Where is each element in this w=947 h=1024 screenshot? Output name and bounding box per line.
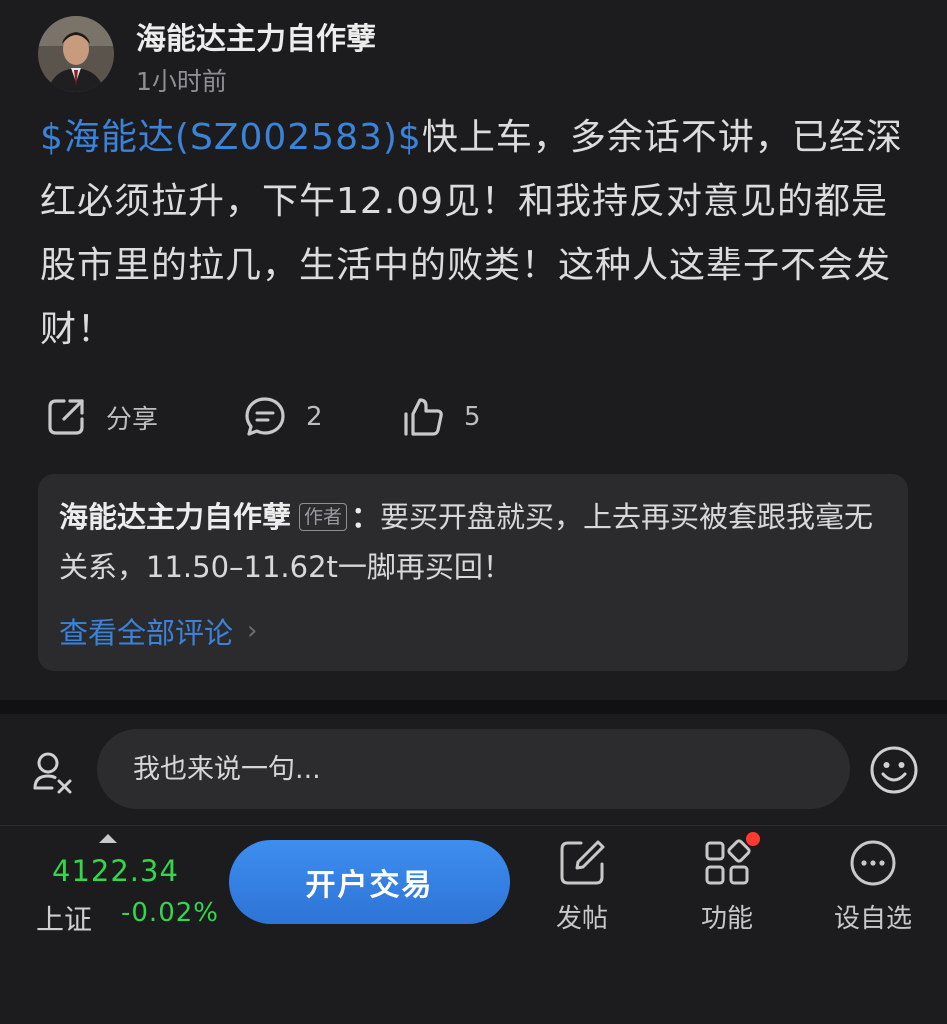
index-name: 上证 [36,903,93,936]
bottom-toolbar: 4122.34 上证 -0.02% 开户交易 发帖 功能 设自选 [0,826,947,1024]
reply-bar [0,714,947,826]
view-all-comments-link[interactable]: 查看全部评论 › [59,610,257,652]
avatar-portrait [38,16,114,92]
post-card: 海能达主力自作孽 1小时前 $海能达(SZ002583)$快上车，多余话不讲，已… [0,0,947,700]
comment-count: 2 [306,402,323,432]
functions-label: 功能 [700,904,753,934]
like-button[interactable]: 5 [400,392,481,442]
share-label: 分享 [106,404,159,435]
watchlist-label: 设自选 [833,904,912,934]
comment-button[interactable]: 2 [242,392,323,442]
more-icon [850,840,896,886]
post-label: 发帖 [555,904,608,934]
grid-icon [705,839,751,885]
notification-dot [746,832,760,846]
index-change: -0.02% [121,898,219,928]
open-account-trade-button[interactable]: 开户交易 [229,840,510,924]
like-count: 5 [464,402,481,432]
reply-input[interactable] [97,729,850,809]
post-time: 1小时前 [136,67,227,96]
author-name[interactable]: 海能达主力自作孽 [136,14,376,58]
share-button[interactable]: 分享 [44,392,158,442]
author-badge: 作者 [299,503,348,531]
action-row: 分享 2 5 [40,392,910,442]
chevron-right-icon: › [247,616,258,646]
share-icon [48,399,84,435]
functions-button[interactable]: 功能 [672,832,782,948]
add-watchlist-button[interactable]: 设自选 [818,838,928,948]
post-button[interactable]: 发帖 [527,838,637,948]
comment-colon: ： [351,500,381,534]
section-divider [0,700,947,714]
voice-input-button[interactable] [28,746,78,796]
comment-icon [245,397,285,436]
like-icon [404,398,443,436]
comment-author[interactable]: 海能达主力自作孽 [59,500,291,534]
index-value: 4122.34 [52,854,179,888]
avatar[interactable] [38,16,114,92]
stock-tag-link[interactable]: $海能达(SZ002583)$ [40,117,422,158]
comment-preview-text: 海能达主力自作孽 作者 ：要买开盘就买，上去再买被套跟我毫无关系，11.50–11.… [59,492,889,592]
view-all-label: 查看全部评论 [59,616,234,650]
comment-preview[interactable]: 海能达主力自作孽 作者 ：要买开盘就买，上去再买被套跟我毫无关系，11.50–11.… [38,474,908,671]
edit-icon [560,840,605,885]
expand-up-icon [99,834,117,843]
emoji-button[interactable] [868,744,920,796]
post-body: $海能达(SZ002583)$快上车，多余话不讲，已经深红必须拉升，下午12.0… [40,106,910,362]
emoji-icon [870,746,918,794]
voice-icon [33,752,72,794]
